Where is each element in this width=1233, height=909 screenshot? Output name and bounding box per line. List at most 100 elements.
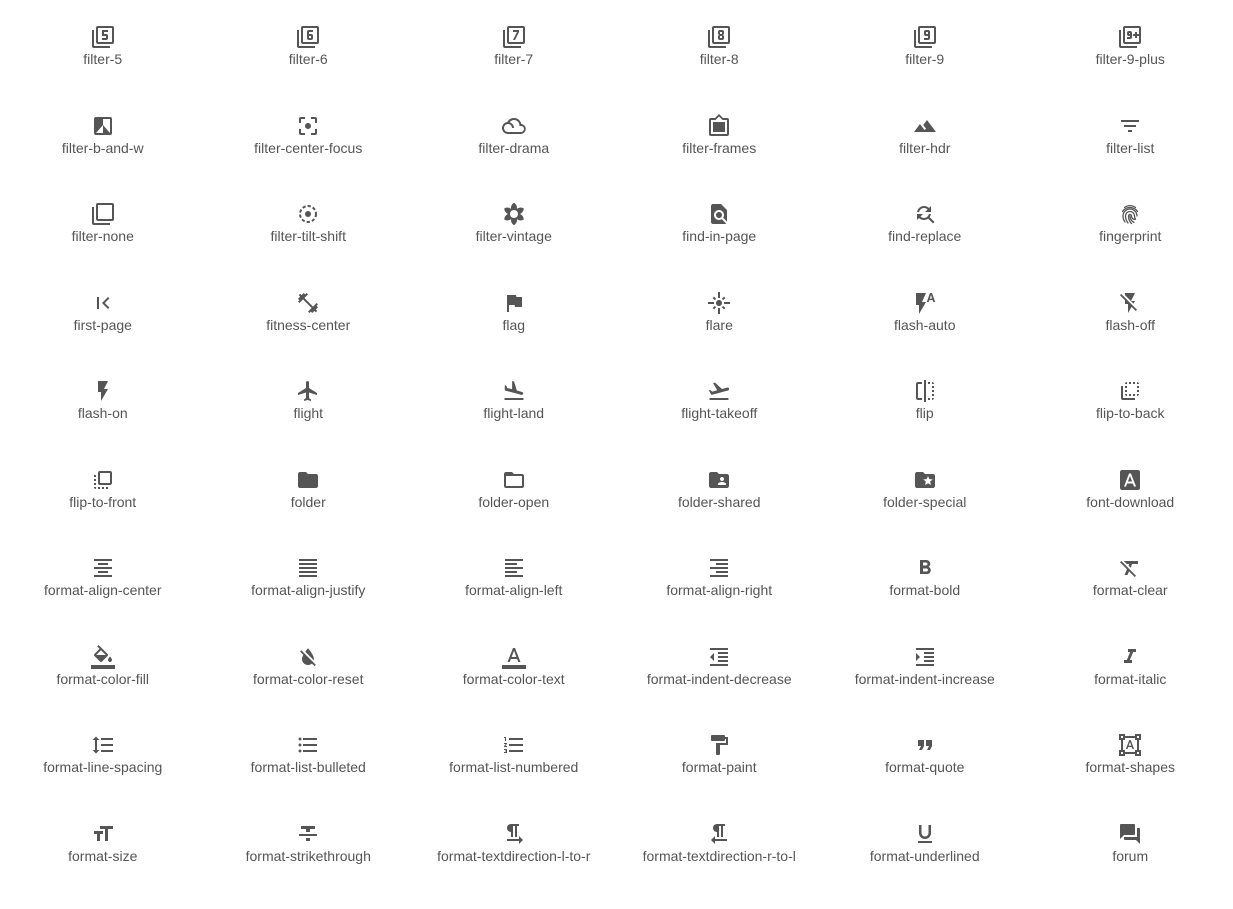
icon-tile-format-indent-increase[interactable]: format-indent-increase — [822, 644, 1028, 733]
icon-tile-folder-shared[interactable]: folder-shared — [617, 467, 823, 556]
icon-label: find-replace — [888, 228, 961, 244]
icon-label: filter-list — [1106, 140, 1154, 156]
icon-label: flare — [706, 317, 733, 333]
folder-shared-icon — [706, 467, 732, 493]
icon-label: format-list-numbered — [449, 759, 578, 775]
flight-land-icon — [501, 378, 527, 404]
icon-tile-flag[interactable]: flag — [411, 290, 617, 379]
icon-label: format-color-fill — [56, 671, 149, 687]
icon-label: filter-6 — [289, 51, 328, 67]
icon-tile-format-line-spacing[interactable]: format-line-spacing — [0, 732, 206, 821]
icon-tile-flip[interactable]: flip — [822, 378, 1028, 467]
icon-tile-format-color-fill[interactable]: format-color-fill — [0, 644, 206, 733]
icon-tile-filter-7[interactable]: filter-7 — [411, 24, 617, 113]
icon-label: format-color-text — [463, 671, 565, 687]
icon-label: format-clear — [1093, 582, 1168, 598]
format-color-text-icon — [501, 644, 527, 670]
icon-label: folder — [291, 494, 326, 510]
icon-tile-format-underlined[interactable]: format-underlined — [822, 821, 1028, 909]
icon-tile-format-list-bulleted[interactable]: format-list-bulleted — [206, 732, 412, 821]
icon-tile-fitness-center[interactable]: fitness-center — [206, 290, 412, 379]
icon-tile-format-align-justify[interactable]: format-align-justify — [206, 555, 412, 644]
icon-label: format-color-reset — [253, 671, 363, 687]
icon-tile-flip-to-back[interactable]: flip-to-back — [1028, 378, 1233, 467]
icon-tile-folder-special[interactable]: folder-special — [822, 467, 1028, 556]
icon-label: filter-b-and-w — [62, 140, 144, 156]
icon-tile-format-align-left[interactable]: format-align-left — [411, 555, 617, 644]
icon-tile-filter-tilt-shift[interactable]: filter-tilt-shift — [206, 201, 412, 290]
format-list-bulleted-icon — [295, 732, 321, 758]
icon-tile-filter-vintage[interactable]: filter-vintage — [411, 201, 617, 290]
icon-tile-format-align-right[interactable]: format-align-right — [617, 555, 823, 644]
icon-tile-flight[interactable]: flight — [206, 378, 412, 467]
icon-tile-first-page[interactable]: first-page — [0, 290, 206, 379]
icon-tile-filter-center-focus[interactable]: filter-center-focus — [206, 113, 412, 202]
format-bold-icon — [912, 555, 938, 581]
format-align-right-icon — [706, 555, 732, 581]
format-italic-icon — [1117, 644, 1143, 670]
icon-label: format-indent-increase — [855, 671, 995, 687]
icon-label: find-in-page — [682, 228, 756, 244]
fitness-center-icon — [295, 290, 321, 316]
icon-label: format-paint — [682, 759, 757, 775]
icon-tile-format-quote[interactable]: format-quote — [822, 732, 1028, 821]
icon-tile-filter-9-plus[interactable]: filter-9-plus — [1028, 24, 1233, 113]
format-textdirection-l-to-r-icon — [501, 821, 527, 847]
icon-tile-format-bold[interactable]: format-bold — [822, 555, 1028, 644]
filter-none-icon — [90, 201, 116, 227]
icon-tile-flash-off[interactable]: flash-off — [1028, 290, 1233, 379]
icon-tile-fingerprint[interactable]: fingerprint — [1028, 201, 1233, 290]
folder-special-icon — [912, 467, 938, 493]
icon-label: filter-vintage — [476, 228, 552, 244]
icon-tile-flight-land[interactable]: flight-land — [411, 378, 617, 467]
icon-tile-flash-on[interactable]: flash-on — [0, 378, 206, 467]
icon-label: fingerprint — [1099, 228, 1161, 244]
icon-tile-format-size[interactable]: format-size — [0, 821, 206, 909]
font-download-icon — [1117, 467, 1143, 493]
icon-tile-format-clear[interactable]: format-clear — [1028, 555, 1233, 644]
icon-tile-filter-none[interactable]: filter-none — [0, 201, 206, 290]
icon-tile-format-indent-decrease[interactable]: format-indent-decrease — [617, 644, 823, 733]
icon-tile-font-download[interactable]: font-download — [1028, 467, 1233, 556]
icon-label: flash-on — [78, 405, 128, 421]
icon-tile-format-color-reset[interactable]: format-color-reset — [206, 644, 412, 733]
icon-tile-format-textdirection-l-to-r[interactable]: format-textdirection-l-to-r — [411, 821, 617, 909]
icon-tile-filter-b-and-w[interactable]: filter-b-and-w — [0, 113, 206, 202]
icon-tile-filter-9[interactable]: filter-9 — [822, 24, 1028, 113]
icon-tile-flash-auto[interactable]: flash-auto — [822, 290, 1028, 379]
icon-label: flash-off — [1105, 317, 1155, 333]
icon-tile-filter-frames[interactable]: filter-frames — [617, 113, 823, 202]
icon-tile-find-replace[interactable]: find-replace — [822, 201, 1028, 290]
icon-tile-filter-hdr[interactable]: filter-hdr — [822, 113, 1028, 202]
icon-tile-folder[interactable]: folder — [206, 467, 412, 556]
icon-tile-filter-list[interactable]: filter-list — [1028, 113, 1233, 202]
flash-on-icon — [90, 378, 116, 404]
format-paint-icon — [706, 732, 732, 758]
icon-tile-format-list-numbered[interactable]: format-list-numbered — [411, 732, 617, 821]
icon-tile-flip-to-front[interactable]: flip-to-front — [0, 467, 206, 556]
icon-tile-format-strikethrough[interactable]: format-strikethrough — [206, 821, 412, 909]
icon-tile-flight-takeoff[interactable]: flight-takeoff — [617, 378, 823, 467]
icon-label: format-list-bulleted — [251, 759, 366, 775]
icon-tile-format-shapes[interactable]: format-shapes — [1028, 732, 1233, 821]
icon-label: format-indent-decrease — [647, 671, 792, 687]
format-align-left-icon — [501, 555, 527, 581]
icon-tile-format-align-center[interactable]: format-align-center — [0, 555, 206, 644]
icon-tile-filter-drama[interactable]: filter-drama — [411, 113, 617, 202]
filter-hdr-icon — [912, 113, 938, 139]
icon-tile-filter-5[interactable]: filter-5 — [0, 24, 206, 113]
icon-tile-format-italic[interactable]: format-italic — [1028, 644, 1233, 733]
icon-tile-filter-8[interactable]: filter-8 — [617, 24, 823, 113]
icon-tile-forum[interactable]: forum — [1028, 821, 1233, 909]
icon-label: fitness-center — [266, 317, 350, 333]
icon-tile-format-color-text[interactable]: format-color-text — [411, 644, 617, 733]
icon-tile-format-paint[interactable]: format-paint — [617, 732, 823, 821]
flash-off-icon — [1117, 290, 1143, 316]
icon-tile-find-in-page[interactable]: find-in-page — [617, 201, 823, 290]
icon-label: format-textdirection-l-to-r — [437, 848, 590, 864]
icon-tile-format-textdirection-r-to-l[interactable]: format-textdirection-r-to-l — [617, 821, 823, 909]
icon-tile-folder-open[interactable]: folder-open — [411, 467, 617, 556]
icon-tile-flare[interactable]: flare — [617, 290, 823, 379]
icon-tile-filter-6[interactable]: filter-6 — [206, 24, 412, 113]
icon-label: filter-tilt-shift — [271, 228, 346, 244]
